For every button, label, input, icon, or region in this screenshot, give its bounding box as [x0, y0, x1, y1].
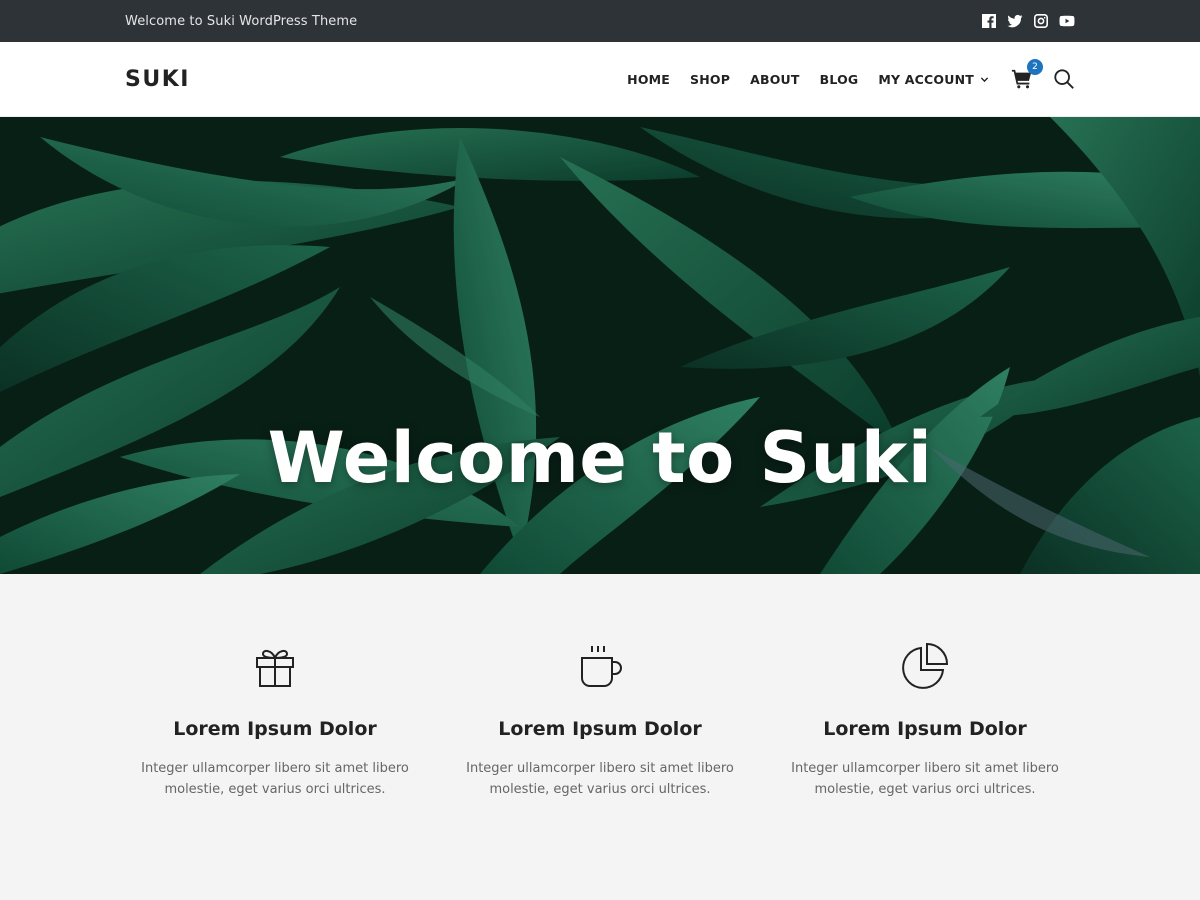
feature-description: Integer ullamcorper libero sit amet libe… — [791, 761, 1059, 797]
coffee-cup-icon — [581, 646, 622, 687]
twitter-icon[interactable] — [1007, 13, 1023, 29]
nav-item-blog[interactable]: BLOG — [820, 72, 859, 87]
main-navigation: HOME SHOP ABOUT BLOG MY ACCOUNT 2 — [607, 59, 1075, 90]
pie-chart-icon — [902, 642, 949, 689]
hero-leaves-image — [0, 117, 1200, 574]
site-logo[interactable]: SUKI — [125, 67, 190, 92]
feature-title: Lorem Ipsum Dolor — [173, 718, 377, 740]
top-bar: Welcome to Suki WordPress Theme — [0, 0, 1200, 42]
hero-banner: Welcome to Suki — [0, 117, 1200, 574]
youtube-icon[interactable] — [1059, 13, 1075, 29]
feature-description: Integer ullamcorper libero sit amet libe… — [466, 761, 734, 797]
feature-card: Lorem Ipsum Dolor Integer ullamcorper li… — [450, 640, 750, 800]
feature-description: Integer ullamcorper libero sit amet libe… — [141, 761, 409, 797]
topbar-welcome-text: Welcome to Suki WordPress Theme — [125, 13, 358, 29]
nav-item-home[interactable]: HOME — [627, 72, 670, 87]
feature-card: Lorem Ipsum Dolor Integer ullamcorper li… — [775, 640, 1075, 800]
cart-count-badge: 2 — [1027, 59, 1043, 75]
nav-item-shop[interactable]: SHOP — [690, 72, 730, 87]
feature-card: Lorem Ipsum Dolor Integer ullamcorper li… — [125, 640, 425, 800]
social-links — [981, 13, 1075, 29]
cart-button[interactable]: 2 — [1011, 59, 1043, 90]
instagram-icon[interactable] — [1033, 13, 1049, 29]
gift-icon — [256, 649, 294, 687]
site-header: SUKI HOME SHOP ABOUT BLOG MY ACCOUNT 2 — [0, 42, 1200, 117]
facebook-icon[interactable] — [981, 13, 997, 29]
search-icon — [1054, 69, 1074, 89]
hero-title: Welcome to Suki — [267, 417, 933, 499]
search-button[interactable] — [1053, 68, 1075, 90]
feature-title: Lorem Ipsum Dolor — [823, 718, 1027, 740]
features-section: Lorem Ipsum Dolor Integer ullamcorper li… — [0, 574, 1200, 800]
nav-item-about[interactable]: ABOUT — [750, 72, 800, 87]
feature-title: Lorem Ipsum Dolor — [498, 718, 702, 740]
chevron-down-icon — [980, 76, 989, 82]
nav-item-my-account[interactable]: MY ACCOUNT — [878, 72, 989, 87]
nav-item-my-account-label: MY ACCOUNT — [878, 71, 974, 87]
